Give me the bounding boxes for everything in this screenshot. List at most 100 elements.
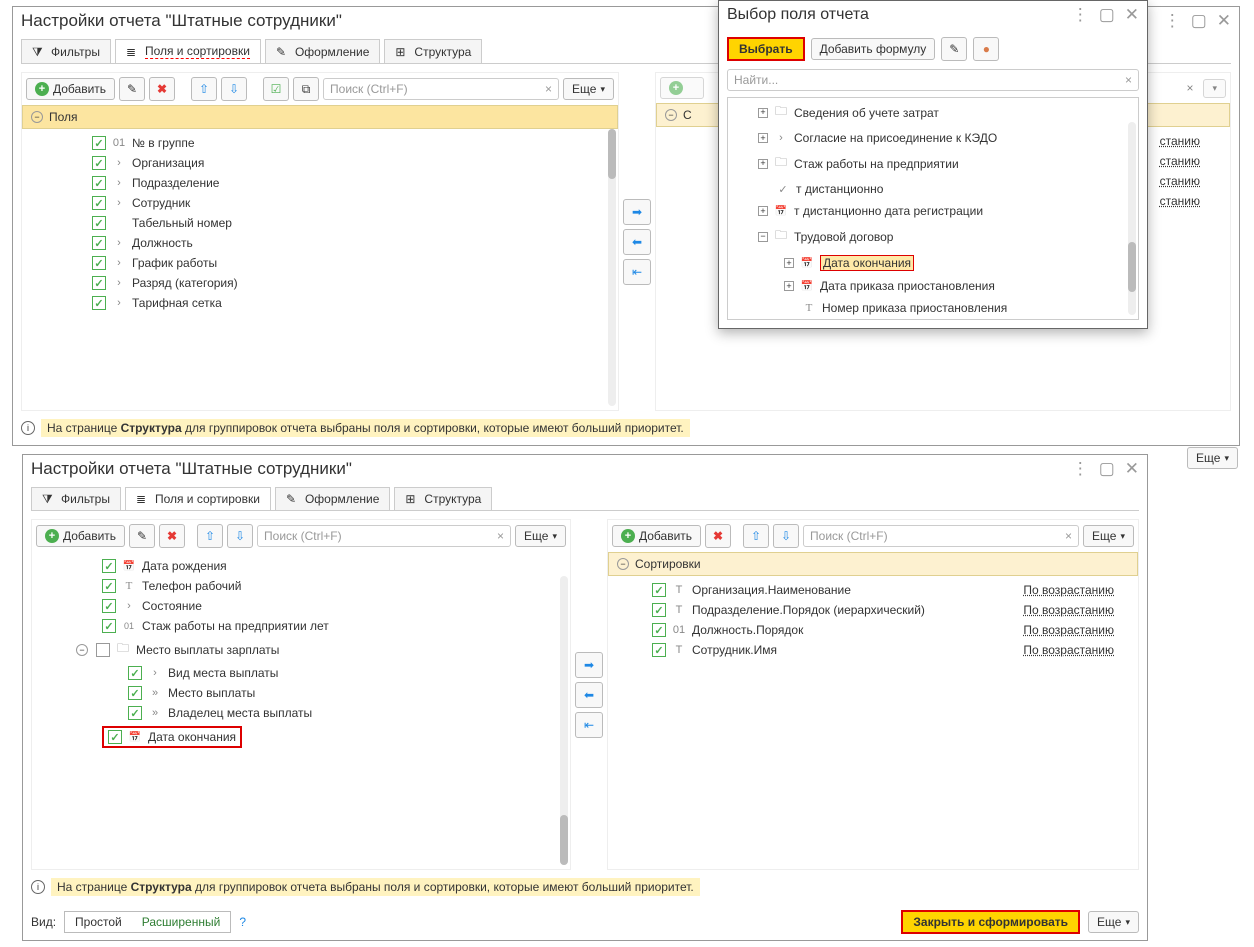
- maximize-icon[interactable]: ▢: [1099, 5, 1115, 25]
- add-button[interactable]: Добавить: [26, 78, 115, 100]
- field-checkbox[interactable]: [96, 643, 110, 657]
- field-checkbox[interactable]: [102, 579, 116, 593]
- fields-tree-header[interactable]: Поля: [22, 105, 618, 129]
- sort-row[interactable]: TПодразделение.Порядок (иерархический)По…: [648, 600, 1118, 620]
- sort-direction-link[interactable]: станию: [1160, 154, 1200, 168]
- field-checkbox[interactable]: [102, 619, 116, 633]
- search-input[interactable]: Поиск (Ctrl+F)×: [257, 525, 511, 547]
- move-up-button[interactable]: [197, 524, 223, 548]
- clear-search-icon[interactable]: ×: [1065, 529, 1072, 543]
- tab-filters[interactable]: ⧩Фильтры: [21, 39, 111, 63]
- tab-structure[interactable]: ⊞Структура: [394, 487, 492, 510]
- field-row[interactable]: Место выплаты зарплаты: [32, 636, 570, 663]
- move-left-button[interactable]: ⬅: [575, 682, 603, 708]
- sort-checkbox[interactable]: [652, 583, 666, 597]
- edit-button[interactable]: [941, 37, 967, 61]
- maximize-icon[interactable]: ▢: [1191, 11, 1207, 31]
- external-more-button[interactable]: Еще: [1187, 447, 1238, 469]
- popup-search-input[interactable]: Найти...×: [727, 69, 1139, 91]
- collapse-icon[interactable]: [31, 111, 43, 123]
- delete-button[interactable]: [705, 524, 731, 548]
- help-icon[interactable]: ?: [239, 915, 246, 929]
- collapse-icon[interactable]: [665, 109, 677, 121]
- field-row[interactable]: Вид места выплаты: [32, 663, 570, 683]
- field-row[interactable]: ›Тарифная сетка: [22, 293, 618, 313]
- move-all-left-button[interactable]: ⇤: [575, 712, 603, 738]
- edit-button[interactable]: [119, 77, 145, 101]
- tab-design[interactable]: ✎Оформление: [275, 487, 390, 510]
- advanced-mode-button[interactable]: Расширенный: [132, 912, 231, 932]
- field-checkbox[interactable]: [92, 176, 106, 190]
- tab-filters[interactable]: ⧩Фильтры: [31, 487, 121, 510]
- tree-item[interactable]: Номер приказа приостановления: [728, 297, 1138, 319]
- tab-fields[interactable]: ≣Поля и сортировки: [125, 487, 271, 510]
- edit-button[interactable]: [129, 524, 155, 548]
- more-button[interactable]: Еще: [1088, 911, 1139, 933]
- field-checkbox[interactable]: [92, 276, 106, 290]
- tree-item[interactable]: т дистанционно дата регистрации: [728, 200, 1138, 222]
- add-button[interactable]: Д: [660, 77, 704, 99]
- more-button[interactable]: Еще: [563, 78, 614, 100]
- sort-row[interactable]: TСотрудник.ИмяПо возрастанию: [648, 640, 1118, 660]
- sort-direction-link[interactable]: станию: [1160, 174, 1200, 188]
- clear-search-icon[interactable]: ×: [1125, 73, 1132, 87]
- filter-button[interactable]: [973, 37, 999, 61]
- tree-item[interactable]: Дата приказа приостановления: [728, 275, 1138, 297]
- field-row[interactable]: Состояние: [32, 596, 570, 616]
- sort-direction-link[interactable]: По возрастанию: [1023, 583, 1114, 597]
- sort-direction-link[interactable]: станию: [1160, 194, 1200, 208]
- maximize-icon[interactable]: ▢: [1099, 459, 1115, 479]
- field-row[interactable]: ›График работы: [22, 253, 618, 273]
- close-and-generate-button[interactable]: Закрыть и сформировать: [901, 910, 1080, 934]
- move-up-button[interactable]: [191, 77, 217, 101]
- move-right-button[interactable]: ➡: [623, 199, 651, 225]
- field-row[interactable]: Табельный номер: [22, 213, 618, 233]
- field-row[interactable]: ›Подразделение: [22, 173, 618, 193]
- expand-icon[interactable]: [758, 206, 768, 216]
- collapse-icon[interactable]: [617, 558, 629, 570]
- close-icon[interactable]: ✕: [1125, 459, 1139, 479]
- tab-fields[interactable]: ≣Поля и сортировки: [115, 39, 261, 63]
- field-row[interactable]: 01№ в группе: [22, 133, 618, 153]
- more-actions-icon[interactable]: ⋮: [1072, 459, 1089, 479]
- tab-structure[interactable]: ⊞Структура: [384, 39, 482, 63]
- field-checkbox[interactable]: [92, 256, 106, 270]
- field-checkbox[interactable]: [92, 196, 106, 210]
- expand-icon[interactable]: [784, 281, 794, 291]
- field-row[interactable]: Стаж работы на предприятии лет: [32, 616, 570, 636]
- field-checkbox[interactable]: [128, 666, 142, 680]
- sort-row[interactable]: TОрганизация.НаименованиеПо возрастанию: [648, 580, 1118, 600]
- expand-icon[interactable]: [758, 133, 768, 143]
- field-row[interactable]: Дата окончания: [32, 723, 570, 751]
- sort-direction-link[interactable]: станию: [1160, 134, 1200, 148]
- scrollbar[interactable]: [608, 129, 616, 406]
- collapse-icon[interactable]: [76, 644, 88, 656]
- sort-checkbox[interactable]: [652, 623, 666, 637]
- sort-checkbox[interactable]: [652, 603, 666, 617]
- field-checkbox[interactable]: [92, 136, 106, 150]
- field-checkbox[interactable]: [102, 559, 116, 573]
- field-checkbox[interactable]: [92, 236, 106, 250]
- tree-item[interactable]: Сведения об учете затрат: [728, 98, 1138, 127]
- field-row[interactable]: ›Разряд (категория): [22, 273, 618, 293]
- close-icon[interactable]: ✕: [1125, 5, 1139, 25]
- more-actions-icon[interactable]: ⋮: [1072, 5, 1089, 25]
- sort-direction-link[interactable]: По возрастанию: [1023, 643, 1114, 657]
- field-checkbox[interactable]: [92, 216, 106, 230]
- field-checkbox[interactable]: [128, 686, 142, 700]
- field-row[interactable]: Телефон рабочий: [32, 576, 570, 596]
- simple-mode-button[interactable]: Простой: [65, 912, 132, 932]
- add-button[interactable]: Добавить: [612, 525, 701, 547]
- sort-header[interactable]: Сортировки: [608, 552, 1138, 576]
- delete-button[interactable]: [159, 524, 185, 548]
- move-left-button[interactable]: ⬅: [623, 229, 651, 255]
- field-row[interactable]: Место выплаты: [32, 683, 570, 703]
- sort-checkbox[interactable]: [652, 643, 666, 657]
- tree-item[interactable]: т дистанционно: [728, 178, 1138, 200]
- add-button[interactable]: Добавить: [36, 525, 125, 547]
- move-right-button[interactable]: ➡: [575, 652, 603, 678]
- expand-icon[interactable]: [784, 258, 794, 268]
- field-checkbox[interactable]: [108, 730, 122, 744]
- more-button[interactable]: Еще: [1083, 525, 1134, 547]
- sort-direction-link[interactable]: По возрастанию: [1023, 623, 1114, 637]
